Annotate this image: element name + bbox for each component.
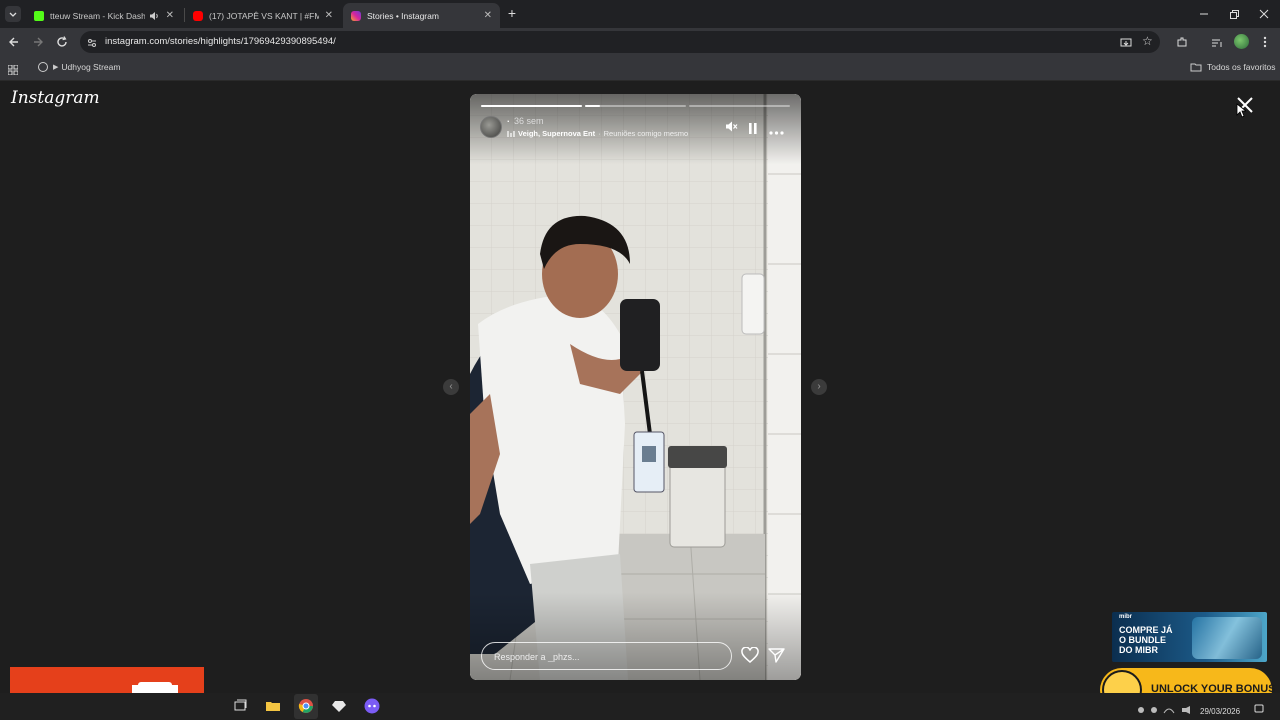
close-window-button[interactable] <box>1258 7 1270 19</box>
music-bars-icon <box>507 131 515 137</box>
folder-label: Todos os favoritos <box>1207 62 1276 72</box>
mibr-ad-banner: mibr COMPRE JÁ O BUNDLE DO MIBR <box>1112 612 1267 662</box>
tab-title: (17) JOTAPÊ VS KANT | #FMSBR <box>209 10 319 21</box>
file-explorer-icon[interactable] <box>265 698 281 714</box>
chevron-down-icon <box>9 12 17 17</box>
minimize-button[interactable] <box>1198 7 1210 19</box>
share-button[interactable] <box>768 647 785 664</box>
tab-kick[interactable]: tteuw Stream - Kick Dashboard ✕ <box>26 3 182 28</box>
reply-box[interactable] <box>481 642 732 670</box>
extensions-icon[interactable] <box>1176 35 1188 47</box>
new-tab-button[interactable]: + <box>505 6 519 20</box>
story-avatar[interactable] <box>480 116 502 138</box>
heart-icon <box>741 646 759 663</box>
task-view-icon[interactable] <box>232 698 248 714</box>
ad-text: COMPRE JÁ O BUNDLE DO MIBR <box>1119 625 1173 655</box>
ad-graphic <box>1192 617 1262 659</box>
story-time: 36 sem <box>514 116 544 126</box>
url-text[interactable]: instagram.com/stories/highlights/1796942… <box>105 36 336 47</box>
mouse-cursor-icon <box>1236 103 1246 118</box>
story-options-button[interactable] <box>769 123 784 135</box>
bookmarks-bar <box>0 56 1280 81</box>
music-title: Reuniões comigo mesmo <box>603 129 689 138</box>
apps-grid-icon[interactable] <box>7 62 19 76</box>
ad-brand: mibr <box>1119 614 1133 620</box>
close-tab-icon[interactable]: ✕ <box>166 10 174 21</box>
music-separator: · <box>598 129 601 138</box>
minimize-icon <box>1200 13 1208 15</box>
reload-icon <box>57 36 67 47</box>
restore-button[interactable] <box>1228 7 1240 19</box>
discord-icon[interactable] <box>364 698 380 714</box>
restore-icon <box>1230 10 1239 19</box>
story-progress-fill <box>481 105 582 107</box>
tab-title: Stories • Instagram <box>367 10 439 21</box>
story-progress-fill <box>585 105 601 107</box>
install-app-icon[interactable] <box>1120 36 1132 48</box>
play-icon: ▶ <box>53 64 59 71</box>
story-photo <box>470 94 801 680</box>
active-app-indicator <box>294 694 318 719</box>
profile-avatar[interactable] <box>1234 34 1249 49</box>
tab-search-button[interactable] <box>5 6 21 22</box>
instagram-logo[interactable]: Instagram <box>11 88 100 108</box>
pause-icon <box>749 123 757 134</box>
story-progress-bar <box>585 105 686 107</box>
folder-icon <box>1190 63 1202 72</box>
close-tab-icon[interactable]: ✕ <box>484 10 492 21</box>
mute-button[interactable] <box>725 120 738 133</box>
instagram-icon <box>351 10 361 21</box>
notifications-icon[interactable] <box>1254 701 1264 713</box>
music-artist: Veigh, Supernova Ent <box>518 129 596 138</box>
story-username[interactable]: . <box>507 114 510 124</box>
tray-icons[interactable] <box>1136 702 1194 714</box>
pause-button[interactable] <box>748 121 758 134</box>
story-music[interactable]: Veigh, Supernova Ent · Reuniões comigo m… <box>507 129 688 138</box>
next-story-button[interactable]: › <box>811 379 827 395</box>
tab-instagram[interactable]: Stories • Instagram ✕ <box>343 3 500 28</box>
story-progress-bar <box>481 105 582 107</box>
close-tab-icon[interactable]: ✕ <box>325 10 333 21</box>
youtube-icon <box>193 10 203 21</box>
bookmark-label: Udhyog Stream <box>61 62 121 72</box>
story-frame[interactable] <box>470 94 801 680</box>
speaker-muted-icon <box>726 121 738 132</box>
all-bookmarks-folder[interactable]: Todos os favoritos <box>1190 61 1276 73</box>
previous-story-button[interactable]: ‹ <box>443 379 459 395</box>
windows-taskbar <box>0 693 1280 720</box>
tab-title: tteuw Stream - Kick Dashboard <box>50 10 145 21</box>
close-icon <box>1259 9 1269 19</box>
kick-icon <box>34 10 44 21</box>
gem-app-icon[interactable] <box>331 698 347 714</box>
story-progress-bar <box>689 105 790 107</box>
arrow-right-icon <box>34 37 43 47</box>
bookmark-item[interactable]: ▶ Udhyog Stream <box>38 61 120 73</box>
bookmark-star-icon[interactable]: ☆ <box>1142 35 1154 47</box>
reply-input[interactable] <box>494 649 714 665</box>
back-button[interactable] <box>6 34 22 50</box>
like-button[interactable] <box>741 646 759 664</box>
media-controls-icon[interactable] <box>1211 36 1223 48</box>
send-icon <box>768 648 785 663</box>
arrow-left-icon <box>9 37 18 47</box>
reload-button[interactable] <box>54 34 70 50</box>
taskbar-date[interactable]: 29/03/2026 <box>1200 707 1240 716</box>
site-info-icon[interactable] <box>86 36 98 48</box>
more-horizontal-icon <box>769 131 784 135</box>
globe-icon <box>38 62 48 72</box>
forward-button[interactable] <box>30 34 46 50</box>
speaker-icon[interactable] <box>149 11 160 21</box>
tab-youtube[interactable]: (17) JOTAPÊ VS KANT | #FMSBR ✕ <box>185 3 341 28</box>
menu-icon[interactable] <box>1262 35 1268 49</box>
